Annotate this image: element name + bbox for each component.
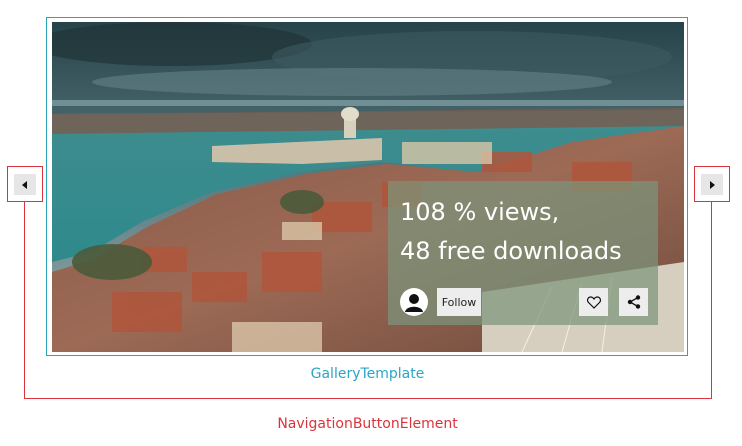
arrow-left-icon: [22, 180, 27, 189]
nav-bracket-right-vertical: [711, 202, 712, 399]
navigation-button-element-right: [694, 166, 730, 202]
like-button[interactable]: [579, 288, 608, 316]
nav-bracket-bottom: [24, 398, 712, 399]
follow-button[interactable]: Follow: [437, 288, 481, 316]
share-icon: [627, 295, 640, 309]
share-button[interactable]: [619, 288, 648, 316]
next-button[interactable]: [701, 174, 723, 195]
heart-icon: [586, 295, 601, 309]
navigation-button-element-label: NavigationButtonElement: [277, 416, 458, 432]
downloads-stat: 48 free downloads: [400, 237, 622, 265]
nav-bracket-left-vertical: [24, 202, 25, 399]
author-avatar[interactable]: [400, 288, 428, 316]
arrow-right-icon: [710, 180, 715, 189]
gallery-photo[interactable]: 108 % views, 48 free downloads Follow: [52, 22, 684, 352]
navigation-button-element-left: [7, 166, 43, 202]
gallery-template: 108 % views, 48 free downloads Follow: [46, 17, 688, 356]
previous-button[interactable]: [14, 174, 36, 195]
gallery-template-label: GalleryTemplate: [310, 366, 425, 382]
info-overlay: 108 % views, 48 free downloads Follow: [388, 181, 658, 325]
user-avatar-icon: [405, 294, 423, 312]
views-stat: 108 % views,: [400, 198, 560, 226]
